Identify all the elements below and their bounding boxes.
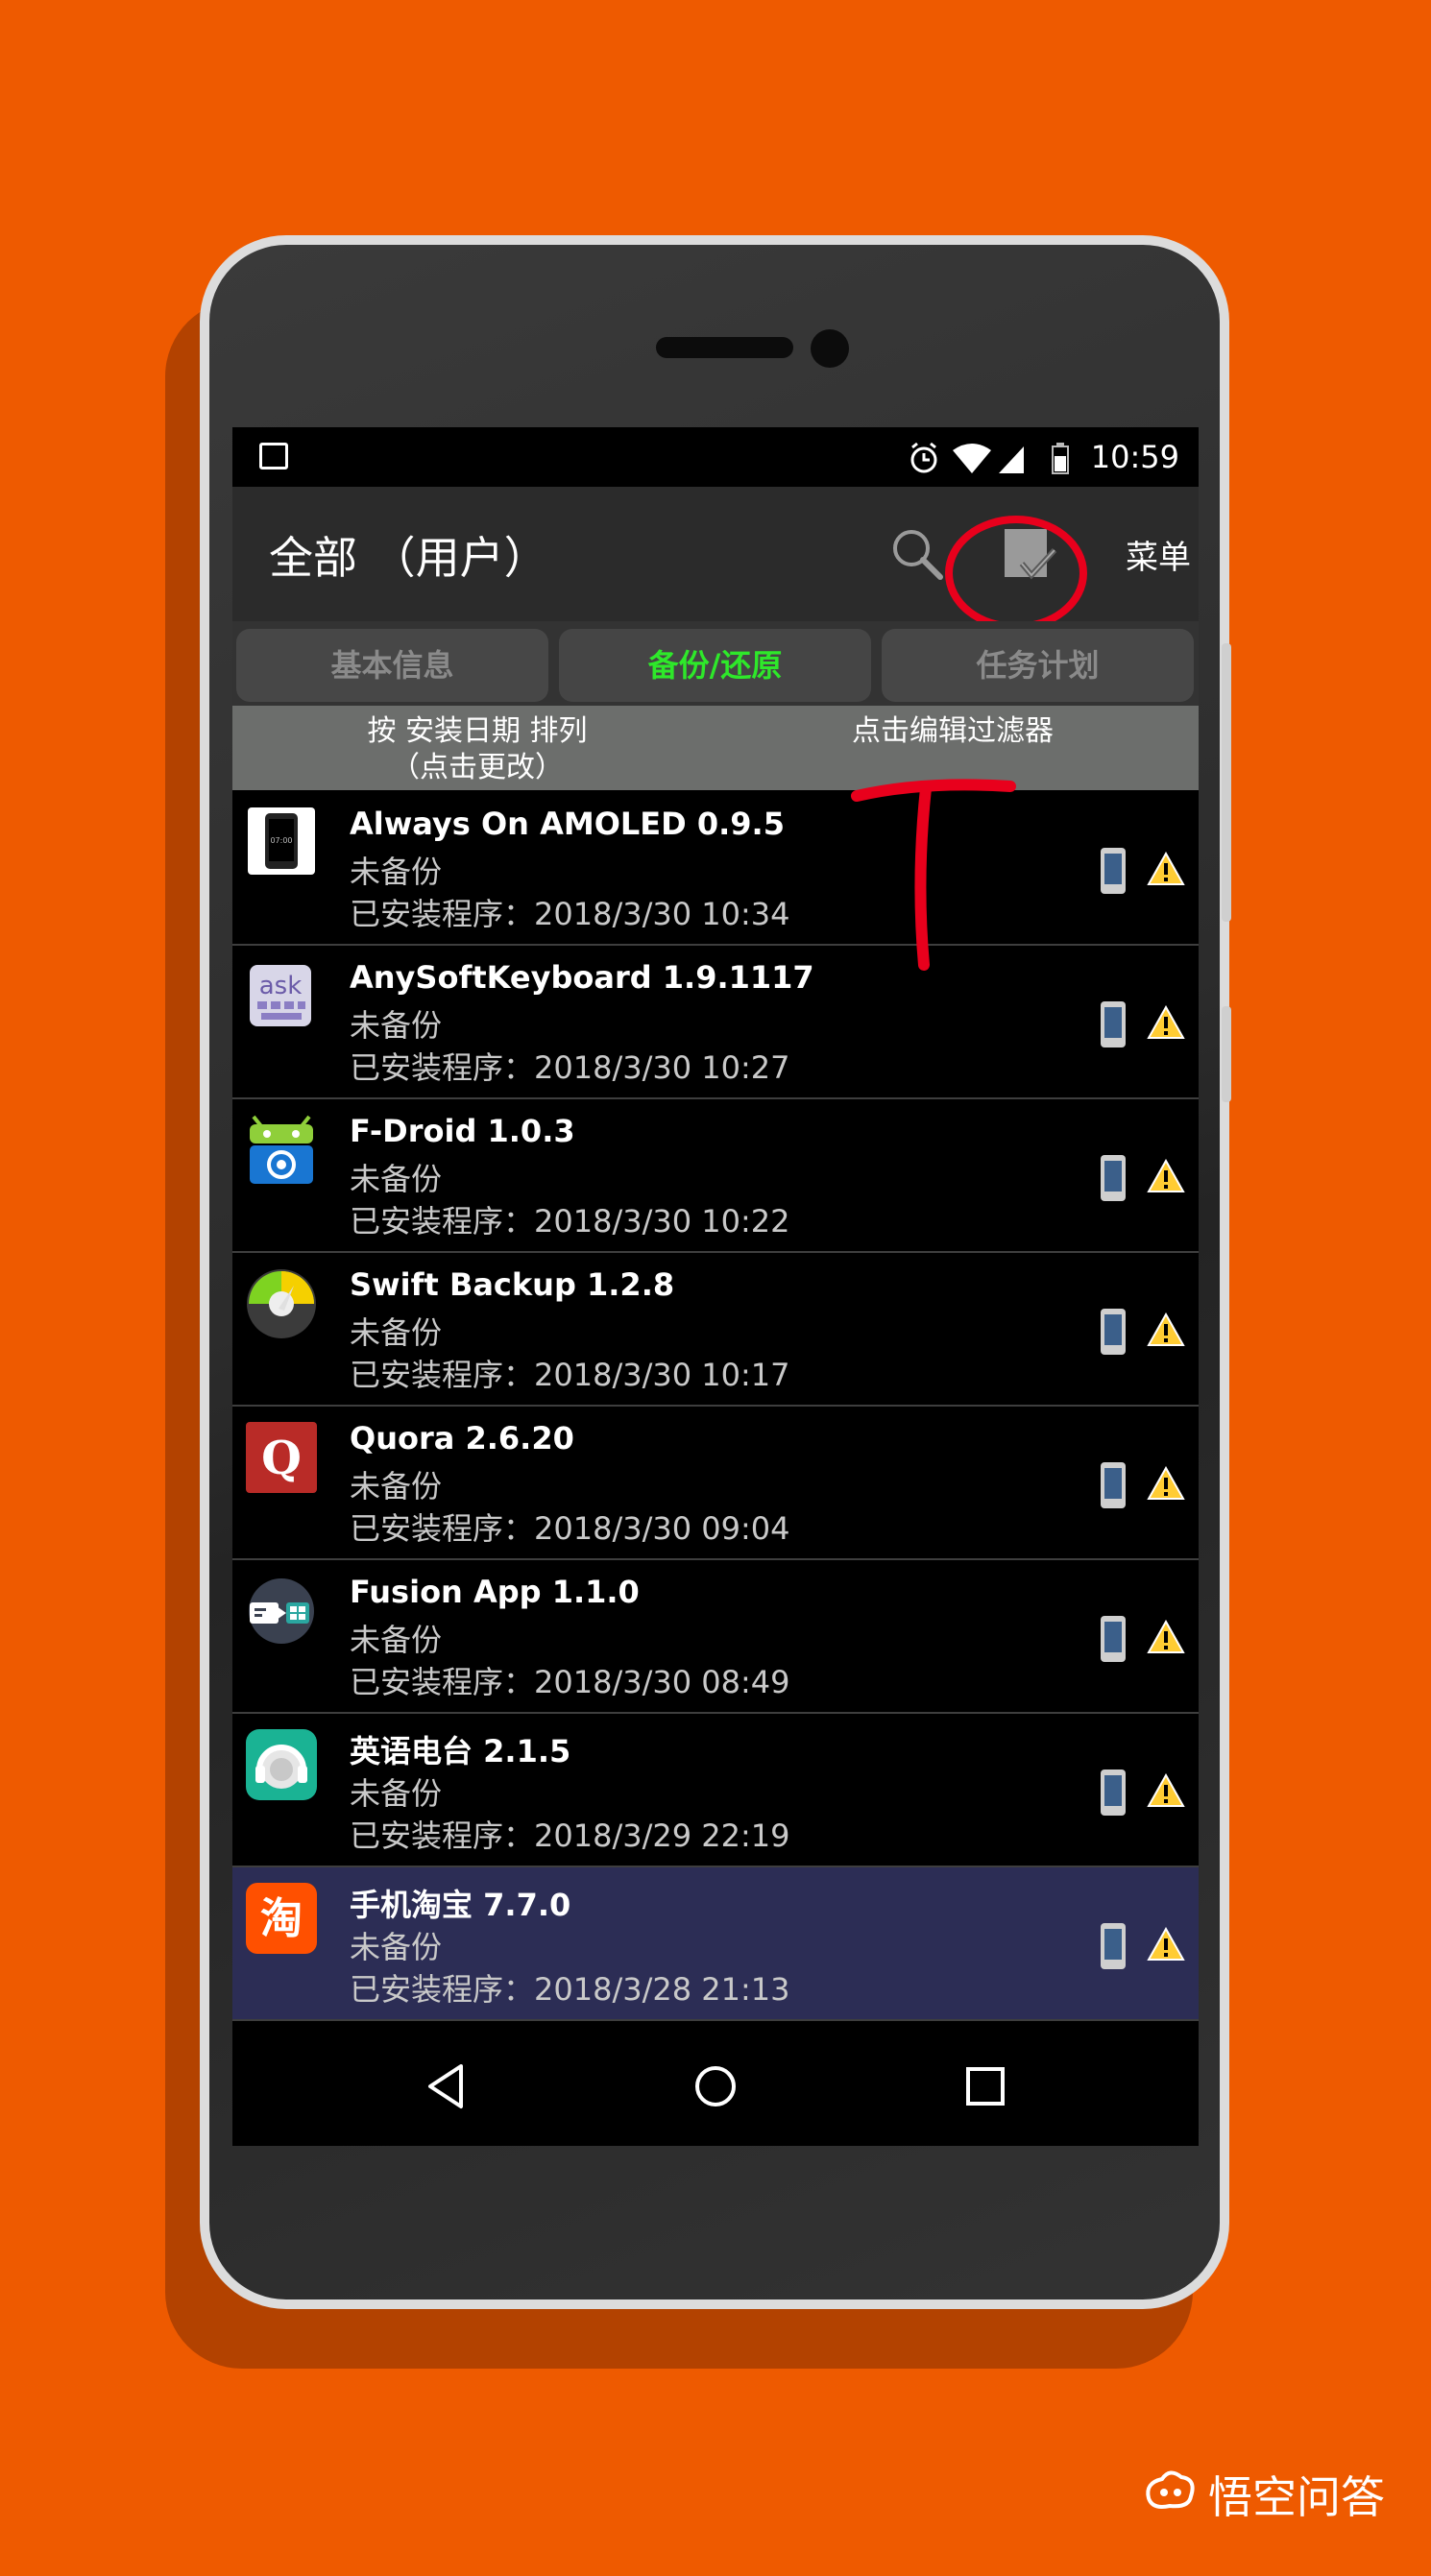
app-name: 英语电台 2.1.5 (350, 1733, 571, 1769)
sort-order-label: 按 安装日期 排列 (367, 714, 588, 748)
list-item[interactable]: 07:00 Always On AMOLED 0.9.5 未备份 已安装程序：2… (232, 792, 1199, 946)
warning-icon (1147, 1005, 1185, 1039)
ask-keyboard-icon: ask (250, 965, 311, 1026)
wukong-logo-icon (1146, 2470, 1195, 2509)
backup-status: 未备份 (350, 1314, 443, 1351)
backup-status: 未备份 (350, 854, 443, 890)
recents-icon[interactable] (964, 2062, 1007, 2110)
phone-storage-icon (1101, 1001, 1126, 1047)
list-item[interactable]: ask AnySoftKeyboard 1.9.1117 未备份 已安装程序：2… (232, 946, 1199, 1099)
back-icon[interactable] (424, 2062, 467, 2110)
list-item[interactable]: Swift Backup 1.2.8 未备份 已安装程序：2018/3/30 1… (232, 1253, 1199, 1407)
install-date: 已安装程序：2018/3/30 08:49 (350, 1664, 790, 1700)
app-name: AnySoftKeyboard 1.9.1117 (350, 959, 814, 996)
install-date: 已安装程序：2018/3/30 10:17 (350, 1357, 790, 1393)
battery-icon (1052, 443, 1069, 474)
wifi-icon (953, 444, 991, 473)
app-name: Fusion App 1.1.0 (350, 1574, 640, 1610)
list-item[interactable]: Fusion App 1.1.0 未备份 已安装程序：2018/3/30 08:… (232, 1560, 1199, 1714)
image-notification-icon (259, 443, 288, 469)
amoled-icon: 07:00 (248, 807, 315, 875)
sort-order-hint: （点击更改） (391, 751, 564, 784)
tab-basic-info[interactable]: 基本信息 (236, 629, 548, 702)
earpiece-speaker (656, 337, 793, 358)
warning-icon (1147, 852, 1185, 885)
navigation-bar (232, 2026, 1199, 2146)
front-camera (811, 329, 849, 368)
swift-backup-icon (247, 1269, 316, 1338)
tab-schedule[interactable]: 任务计划 (882, 629, 1194, 702)
install-date: 已安装程序：2018/3/30 09:04 (350, 1510, 790, 1547)
tab-backup-restore[interactable]: 备份/还原 (559, 629, 871, 702)
svg-text:Q: Q (261, 1432, 302, 1485)
warning-icon (1147, 1773, 1185, 1807)
tab-bar: 基本信息 备份/还原 任务计划 (232, 621, 1199, 706)
svg-text:07:00: 07:00 (270, 836, 292, 845)
phone-screen: 10:59 全部 （用户） 菜单 基本信息 备份/还原 任务计划 按 安装日期 … (232, 427, 1199, 2146)
list-item[interactable]: Q Quora 2.6.20 未备份 已安装程序：2018/3/30 09:04 (232, 1407, 1199, 1560)
phone-storage-icon (1101, 1616, 1126, 1662)
english-radio-icon (246, 1729, 317, 1800)
warning-icon (1147, 1466, 1185, 1500)
install-date: 已安装程序：2018/3/30 10:27 (350, 1049, 790, 1086)
warning-icon (1147, 1312, 1185, 1346)
install-date: 已安装程序：2018/3/29 22:19 (350, 1818, 790, 1854)
app-name: 手机淘宝 7.7.0 (350, 1887, 571, 1923)
taobao-icon: 淘 (246, 1883, 317, 1954)
svg-text:淘: 淘 (260, 1894, 303, 1943)
edit-filter-button[interactable]: 点击编辑过滤器 (751, 713, 1154, 750)
warning-icon (1147, 1620, 1185, 1653)
home-icon[interactable] (691, 2062, 740, 2110)
fdroid-icon (250, 1115, 313, 1184)
signal-icon (999, 446, 1024, 473)
sort-filter-bar: 按 安装日期 排列 （点击更改） 点击编辑过滤器 (232, 706, 1199, 790)
svg-text:ask: ask (259, 972, 303, 1000)
watermark-text: 悟空问答 (1208, 2471, 1385, 2523)
fusion-app-icon (249, 1578, 314, 1644)
app-name: F-Droid 1.0.3 (350, 1113, 575, 1149)
phone-storage-icon (1101, 1309, 1126, 1355)
backup-status: 未备份 (350, 1775, 443, 1812)
menu-button[interactable]: 菜单 (1126, 531, 1191, 578)
list-item-selected[interactable]: 淘 手机淘宝 7.7.0 未备份 已安装程序：2018/3/28 21:13 (232, 1867, 1199, 2021)
warning-icon (1147, 1927, 1185, 1961)
install-date: 已安装程序：2018/3/30 10:22 (350, 1203, 790, 1240)
phone-storage-icon (1101, 1923, 1126, 1969)
backup-status: 未备份 (350, 1929, 443, 1965)
annotation-arrow (851, 779, 1016, 971)
phone-storage-icon (1101, 848, 1126, 894)
annotation-circle (945, 516, 1087, 631)
quora-icon: Q (246, 1422, 317, 1493)
phone-storage-icon (1101, 1769, 1126, 1816)
list-item[interactable]: F-Droid 1.0.3 未备份 已安装程序：2018/3/30 10:22 (232, 1099, 1199, 1253)
alarm-icon (910, 442, 937, 473)
install-date: 已安装程序：2018/3/28 21:13 (350, 1971, 790, 2008)
clock: 10:59 (1090, 439, 1179, 475)
volume-button (1222, 1006, 1231, 1102)
power-button (1222, 643, 1231, 922)
backup-status: 未备份 (350, 1161, 443, 1197)
warning-icon (1147, 1159, 1185, 1192)
app-name: Quora 2.6.20 (350, 1420, 574, 1457)
backup-status: 未备份 (350, 1007, 443, 1044)
install-date: 已安装程序：2018/3/30 10:34 (350, 896, 790, 932)
backup-status: 未备份 (350, 1468, 443, 1505)
search-icon[interactable] (888, 525, 946, 583)
page-title[interactable]: 全部 （用户） (269, 523, 548, 587)
list-item[interactable]: 英语电台 2.1.5 未备份 已安装程序：2018/3/29 22:19 (232, 1714, 1199, 1867)
status-bar: 10:59 (232, 427, 1199, 487)
app-name: Always On AMOLED 0.9.5 (350, 806, 785, 842)
phone-storage-icon (1101, 1155, 1126, 1201)
backup-status: 未备份 (350, 1622, 443, 1658)
action-bar: 全部 （用户） 菜单 (232, 487, 1199, 631)
phone-storage-icon (1101, 1462, 1126, 1508)
app-name: Swift Backup 1.2.8 (350, 1266, 675, 1303)
sort-order-button[interactable]: 按 安装日期 排列 （点击更改） (232, 713, 722, 786)
